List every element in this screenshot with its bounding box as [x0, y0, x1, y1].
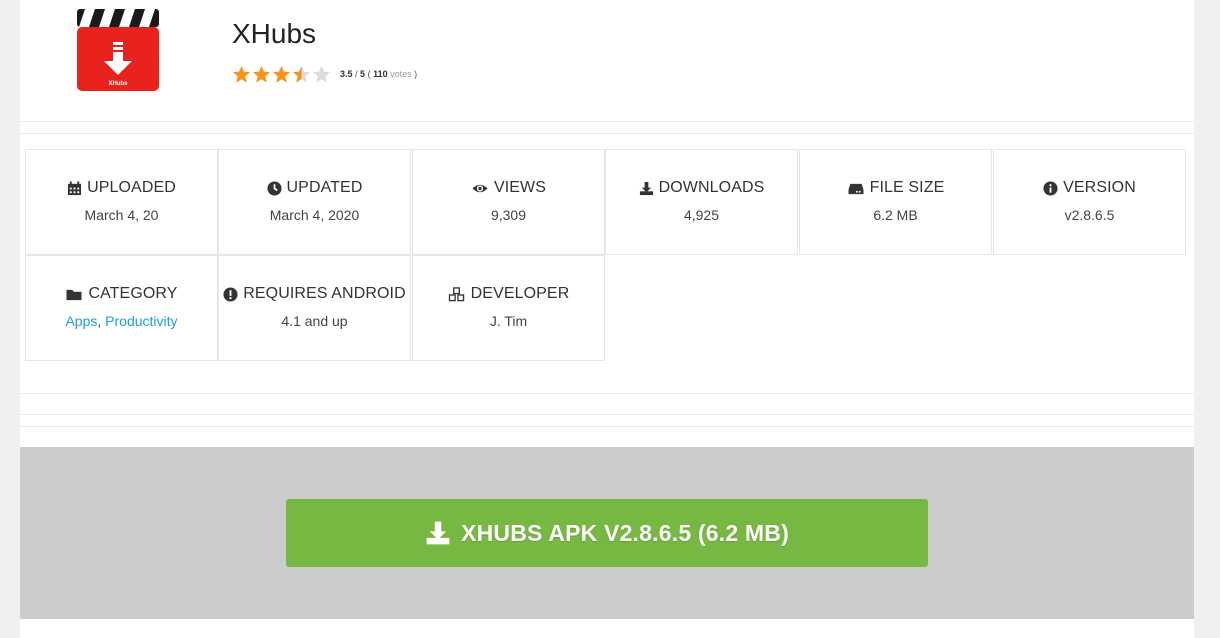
rating-summary: 3.5 / 5 ( 110 votes ) — [340, 69, 418, 79]
detail-label: VIEWS — [493, 179, 547, 196]
detail-label: REQUIRES ANDROID — [243, 285, 406, 302]
detail-category: CATEGORY Apps, Productivity — [25, 255, 218, 361]
detail-value: March 4, 2020 — [269, 207, 360, 223]
votes-word: votes — [390, 69, 412, 79]
detail-value: 6.2 MB — [873, 207, 918, 223]
rating-max: 5 — [360, 69, 366, 79]
app-logo: XHubs — [77, 9, 159, 91]
half-star-icon[interactable] — [292, 65, 311, 84]
cubes-icon — [448, 286, 464, 301]
download-button-label: XHUBS APK V2.8.6.5 (6.2 MB) — [461, 519, 789, 546]
detail-value: Apps, Productivity — [65, 313, 178, 329]
detail-uploaded: UPLOADED March 4, 20 — [25, 149, 218, 255]
folder-icon — [66, 289, 82, 300]
divider — [20, 426, 1194, 427]
detail-label: UPLOADED — [87, 179, 176, 196]
rating-value: 3.5 — [340, 69, 353, 79]
svg-text:XHubs: XHubs — [108, 81, 128, 87]
category-link-productivity[interactable]: Productivity — [105, 313, 177, 329]
detail-updated: UPDATED March 4, 2020 — [218, 149, 411, 255]
rating-stars[interactable] — [232, 65, 332, 84]
detail-value: 4.1 and up — [281, 313, 348, 329]
divider — [20, 393, 1194, 394]
detail-label: FILE SIZE — [869, 179, 945, 196]
rating-votes: 110 — [373, 69, 388, 79]
detail-value: March 4, 20 — [84, 207, 159, 223]
detail-value: 9,309 — [490, 207, 527, 223]
detail-label: DEVELOPER — [470, 285, 570, 302]
detail-label: VERSION — [1063, 179, 1136, 196]
detail-value: J. Tim — [489, 313, 528, 329]
detail-label: CATEGORY — [88, 285, 178, 302]
star-icon[interactable] — [252, 65, 271, 84]
app-title: XHubs — [232, 18, 317, 49]
detail-downloads: DOWNLOADS 4,925 — [605, 149, 798, 255]
detail-value: 4,925 — [683, 207, 720, 223]
star-icon[interactable] — [232, 65, 251, 84]
hdd-icon — [848, 183, 864, 194]
detail-views: VIEWS 9,309 — [412, 149, 605, 255]
app-card: XHubs XHubs 3.5 / 5 ( 110 votes ) UPLOAD… — [20, 0, 1194, 638]
category-link-apps[interactable]: Apps — [65, 313, 97, 329]
eye-icon — [472, 184, 488, 192]
divider — [20, 133, 1194, 134]
info-icon — [1043, 180, 1058, 196]
download-area: XHUBS APK V2.8.6.5 (6.2 MB) — [20, 447, 1194, 619]
divider — [20, 414, 1194, 415]
download-icon — [426, 521, 450, 545]
exclamation-icon — [223, 286, 238, 302]
detail-label: DOWNLOADS — [658, 179, 765, 196]
detail-requires-android: REQUIRES ANDROID 4.1 and up — [218, 255, 411, 361]
clock-icon — [266, 180, 282, 196]
empty-star-icon[interactable] — [312, 65, 331, 84]
rating: 3.5 / 5 ( 110 votes ) — [232, 64, 417, 84]
divider — [20, 121, 1194, 122]
detail-developer: DEVELOPER J. Tim — [412, 255, 605, 361]
detail-file-size: FILE SIZE 6.2 MB — [799, 149, 992, 255]
calendar-icon — [68, 180, 82, 195]
download-icon — [639, 181, 653, 195]
detail-value: v2.8.6.5 — [1064, 207, 1115, 223]
download-apk-button[interactable]: XHUBS APK V2.8.6.5 (6.2 MB) — [286, 499, 928, 567]
detail-label: UPDATED — [286, 179, 363, 196]
detail-version: VERSION v2.8.6.5 — [993, 149, 1186, 255]
star-icon[interactable] — [272, 65, 291, 84]
